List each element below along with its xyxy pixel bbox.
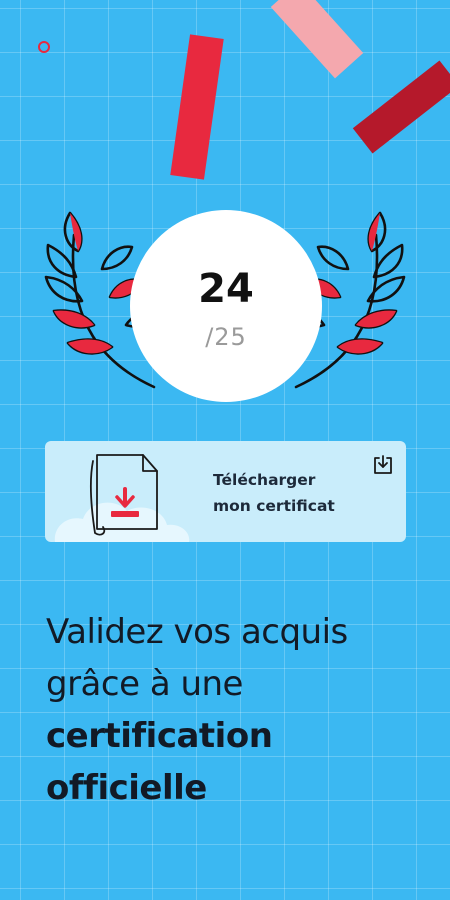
download-certificate-label-line1: Télécharger bbox=[213, 471, 316, 489]
headline-line2: grâce à une bbox=[46, 664, 243, 704]
headline-line3: certification bbox=[46, 716, 273, 756]
decorative-ring bbox=[38, 41, 50, 53]
headline: Validez vos acquis grâce à une certifica… bbox=[46, 606, 436, 814]
decorative-dark-strip bbox=[352, 60, 450, 154]
headline-line4: officielle bbox=[46, 768, 207, 808]
download-icon[interactable] bbox=[372, 454, 394, 476]
download-certificate-label: Télécharger mon certificat bbox=[213, 467, 335, 519]
certificate-document-icon bbox=[54, 454, 190, 542]
decorative-pink-strip bbox=[270, 0, 364, 79]
score-value: 24 bbox=[198, 266, 254, 312]
headline-line1: Validez vos acquis bbox=[46, 612, 348, 652]
score-badge: 24 /25 bbox=[130, 210, 322, 402]
score-total: /25 bbox=[205, 323, 247, 351]
decorative-red-strip bbox=[170, 34, 224, 180]
download-certificate-label-line2: mon certificat bbox=[213, 497, 335, 515]
download-certificate-card[interactable]: Télécharger mon certificat bbox=[45, 441, 406, 542]
